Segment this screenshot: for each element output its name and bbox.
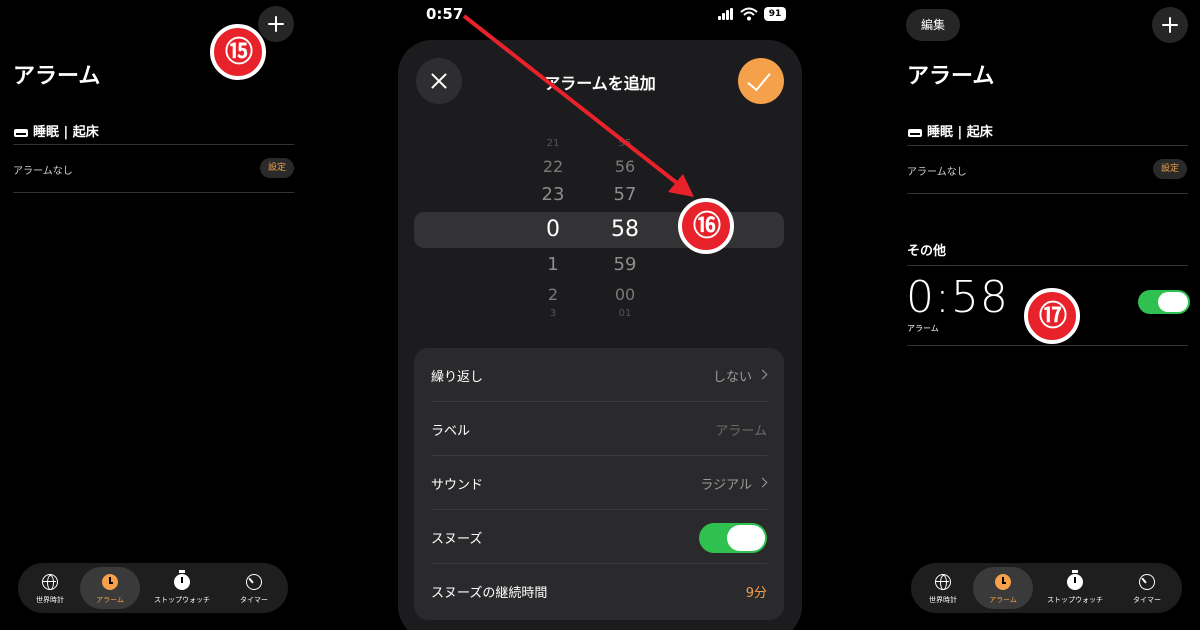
plus-icon bbox=[258, 6, 294, 42]
step-number-badge: ⑮ bbox=[210, 24, 266, 80]
tab-label: ストップウォッチ bbox=[1047, 596, 1103, 604]
no-alarm-text: アラームなし bbox=[907, 167, 967, 178]
timer-icon bbox=[1139, 574, 1155, 590]
no-alarm-text: アラームなし bbox=[13, 166, 73, 177]
add-alarm-panel: 0:57 91 アラームを追加 21 22 23 0 1 2 3 55 56 5… bbox=[306, 0, 894, 630]
tab-world-clock[interactable]: 世界時計 bbox=[20, 567, 80, 609]
bed-icon bbox=[14, 128, 28, 137]
tab-alarm[interactable]: アラーム bbox=[80, 567, 140, 609]
tab-bar: 世界時計 アラーム ストップウォッチ タイマー bbox=[18, 563, 288, 613]
tab-timer[interactable]: タイマー bbox=[1117, 567, 1177, 609]
tab-label: アラーム bbox=[96, 596, 124, 604]
sleep-set-button[interactable]: 設定 bbox=[1153, 159, 1187, 179]
stopwatch-icon bbox=[1067, 570, 1083, 590]
divider bbox=[907, 265, 1188, 266]
tab-world-clock[interactable]: 世界時計 bbox=[913, 567, 973, 609]
step-number-badge: ⑯ bbox=[678, 198, 734, 254]
clock-app-alarm-list-panel-after: 編集 アラーム 睡眠 | 起床 アラームなし 設定 その他 0:58 アラーム … bbox=[894, 0, 1200, 630]
tab-stopwatch[interactable]: ストップウォッチ bbox=[152, 567, 212, 609]
alarm-clock-icon bbox=[102, 574, 118, 590]
alarm-toggle[interactable] bbox=[1138, 290, 1190, 314]
tab-label: タイマー bbox=[1133, 596, 1161, 604]
page-title: アラーム bbox=[13, 64, 101, 89]
plus-icon bbox=[1152, 7, 1188, 43]
divider bbox=[13, 192, 294, 193]
tab-label: ストップウォッチ bbox=[154, 596, 210, 604]
other-section-header: その他 bbox=[907, 244, 947, 259]
bed-icon bbox=[908, 128, 922, 137]
edit-button[interactable]: 編集 bbox=[906, 9, 960, 41]
sleep-wake-section-header: 睡眠 | 起床 bbox=[908, 121, 993, 140]
alarm-label: アラーム bbox=[907, 324, 939, 333]
tab-bar: 世界時計 アラーム ストップウォッチ タイマー bbox=[911, 563, 1182, 613]
tab-label: アラーム bbox=[989, 596, 1017, 604]
divider bbox=[907, 145, 1188, 146]
page-title: アラーム bbox=[907, 64, 995, 89]
sleep-wake-section-header: 睡眠 | 起床 bbox=[14, 121, 99, 140]
divider bbox=[907, 345, 1188, 346]
tab-stopwatch[interactable]: ストップウォッチ bbox=[1045, 567, 1105, 609]
sleep-set-button[interactable]: 設定 bbox=[260, 158, 294, 178]
stopwatch-icon bbox=[174, 570, 190, 590]
alarm-time[interactable]: 0:58 bbox=[906, 272, 1009, 323]
globe-icon bbox=[42, 574, 58, 590]
divider bbox=[907, 193, 1188, 194]
add-alarm-button[interactable] bbox=[258, 6, 294, 42]
annotation-arrow bbox=[462, 14, 694, 197]
tab-label: タイマー bbox=[240, 596, 268, 604]
timer-icon bbox=[246, 574, 262, 590]
step-number-badge: ⑰ bbox=[1024, 288, 1080, 344]
alarm-clock-icon bbox=[995, 574, 1011, 590]
divider bbox=[13, 144, 294, 145]
tab-alarm[interactable]: アラーム bbox=[973, 567, 1033, 609]
tab-timer[interactable]: タイマー bbox=[224, 567, 284, 609]
globe-icon bbox=[935, 574, 951, 590]
clock-app-alarm-list-panel: ⑮ アラーム 睡眠 | 起床 アラームなし 設定 世界時計 アラーム ストップウ… bbox=[0, 0, 306, 630]
add-alarm-button[interactable] bbox=[1152, 7, 1188, 43]
